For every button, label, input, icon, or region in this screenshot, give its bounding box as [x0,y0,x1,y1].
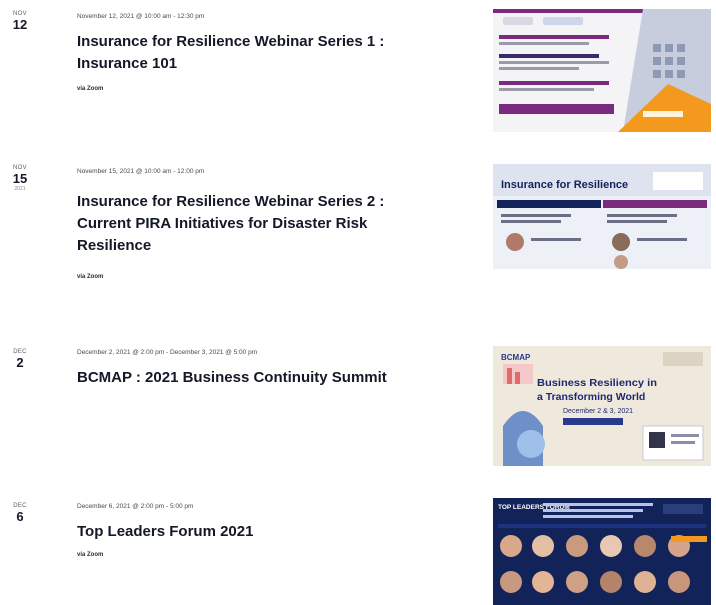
svg-text:Business Resiliency in: Business Resiliency in [537,377,657,389]
event-day: 12 [12,17,28,32]
event-item: Dec 2 December 2, 2021 @ 2:00 pm - Decem… [0,340,716,470]
event-item: Dec 6 December 6, 2021 @ 2:00 pm - 5:00 … [0,494,716,605]
event-year: 2021 [14,186,26,192]
event-poster-image[interactable]: BCMAP Business Resiliency in a Transform… [493,346,711,466]
event-poster-image[interactable]: Insurance for Resilience [493,164,711,269]
event-day: 15 [12,171,28,186]
event-date-tag: Dec 2 [0,349,40,370]
event-title-link[interactable]: Top Leaders Forum 2021 [77,521,422,543]
poster-dates: December 2 & 3, 2021 [563,408,633,415]
event-datetime: December 6, 2021 @ 2:00 pm - 5:00 pm [77,503,194,510]
event-venue: via Zoom [77,552,104,558]
event-poster-image[interactable] [493,9,711,132]
event-item: Nov 12 November 12, 2021 @ 10:00 am - 12… [0,0,716,140]
poster-logo: BCMAP [501,353,531,362]
event-day: 2 [16,355,24,370]
event-title-link[interactable]: Insurance for Resilience Webinar Series … [77,191,422,257]
event-datetime: November 15, 2021 @ 10:00 am - 12:00 pm [77,168,205,175]
event-day: 6 [16,509,24,524]
event-datetime: December 2, 2021 @ 2:00 pm - December 3,… [77,349,258,356]
event-date-tag: Nov 15 2021 [0,165,40,192]
event-datetime: November 12, 2021 @ 10:00 am - 12:30 pm [77,13,205,20]
event-venue: via Zoom [77,86,104,92]
event-poster-image[interactable]: TOP LEADERS FORUM [493,498,711,605]
event-date-tag: Dec 6 [0,503,40,524]
event-title-link[interactable]: Insurance for Resilience Webinar Series … [77,31,422,75]
poster-heading: Insurance for Resilience [501,179,628,191]
svg-text:a Transforming World: a Transforming World [537,391,645,403]
event-venue: via Zoom [77,274,104,280]
event-item: Nov 15 2021 November 15, 2021 @ 10:00 am… [0,150,716,280]
event-date-tag: Nov 12 [0,11,40,32]
event-title-link[interactable]: BCMAP : 2021 Business Continuity Summit [77,367,422,389]
